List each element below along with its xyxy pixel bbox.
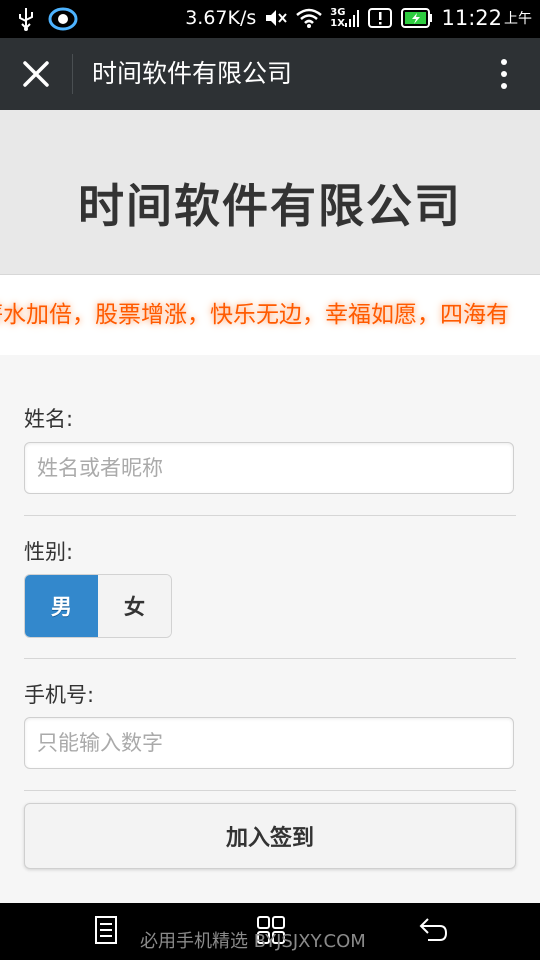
wifi-icon — [296, 8, 323, 28]
signal-indicator: 3G 1X — [330, 7, 360, 29]
marquee-text: 薪水加倍，股票增涨，快乐无边，幸福如愿，四海有 — [0, 302, 509, 328]
menu-icon[interactable] — [94, 915, 118, 945]
network-type: 3G — [330, 7, 346, 18]
system-nav-bar: 必用手机精选 BYJSJXY.COM — [0, 903, 540, 960]
app-notification-icon — [48, 7, 78, 31]
mute-icon — [266, 10, 288, 26]
marquee-banner: 薪水加倍，股票增涨，快乐无边，幸福如愿，四海有 — [0, 275, 540, 355]
signin-form: 姓名: 性别: 男 女 手机号: 加入签到 — [0, 355, 540, 903]
name-label: 姓名: — [24, 407, 74, 431]
divider — [24, 515, 516, 516]
page-title: 时间软件有限公司 — [78, 179, 462, 233]
name-input[interactable] — [24, 442, 514, 494]
phone-input[interactable] — [24, 717, 514, 769]
page-header: 时间软件有限公司 — [0, 110, 540, 275]
join-signin-button[interactable]: 加入签到 — [24, 803, 516, 869]
gender-label: 性别: — [24, 540, 74, 564]
alert-icon — [368, 8, 393, 28]
battery-icon — [401, 8, 433, 28]
network-type-2: 1X — [330, 18, 345, 29]
status-bar: 3.67K/s 3G 1X 11:22 上午 — [0, 0, 540, 38]
gender-option-female[interactable]: 女 — [98, 575, 171, 637]
divider — [24, 658, 516, 659]
network-speed: 3.67K/s — [185, 7, 257, 29]
back-icon[interactable] — [418, 915, 448, 945]
clock-ampm: 上午 — [504, 11, 532, 27]
more-menu-icon[interactable] — [496, 56, 512, 92]
phone-label: 手机号: — [24, 683, 95, 707]
signal-bars-icon — [345, 10, 360, 27]
gender-option-male[interactable]: 男 — [25, 575, 98, 637]
titlebar-divider — [72, 54, 73, 94]
app-titlebar: 时间软件有限公司 — [0, 38, 540, 110]
window-title: 时间软件有限公司 — [92, 59, 293, 88]
clock-time: 11:22 — [441, 6, 502, 30]
watermark-text: 必用手机精选 BYJSJXY.COM — [140, 931, 366, 952]
close-icon[interactable] — [18, 56, 54, 92]
usb-icon — [19, 8, 33, 31]
divider — [24, 790, 516, 791]
gender-selector: 男 女 — [24, 574, 172, 638]
